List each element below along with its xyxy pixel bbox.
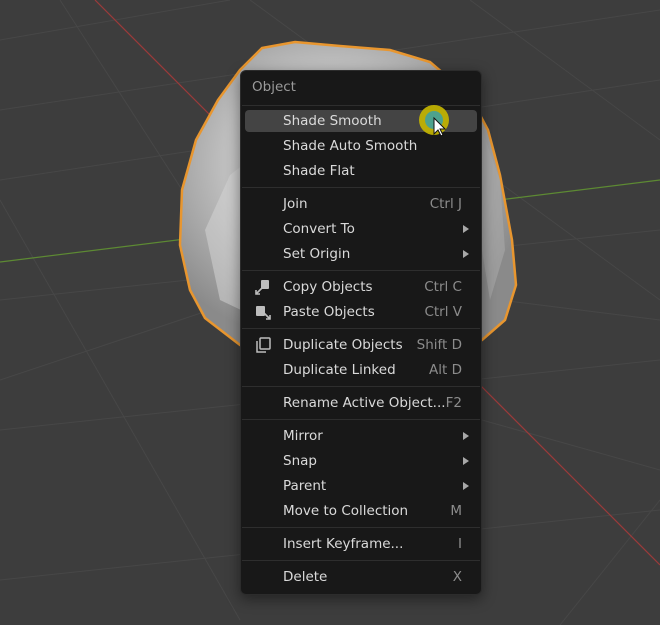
menu-separator bbox=[242, 527, 480, 528]
convert-to-item[interactable]: Convert To bbox=[245, 218, 477, 240]
set-origin-item[interactable]: Set Origin bbox=[245, 243, 477, 265]
copy-objects-item[interactable]: Copy Objects Ctrl C bbox=[245, 276, 477, 298]
mirror-item[interactable]: Mirror bbox=[245, 425, 477, 447]
menu-item-shortcut: Ctrl V bbox=[424, 304, 462, 320]
menu-item-label: Parent bbox=[283, 478, 327, 494]
menu-item-label: Paste Objects bbox=[283, 304, 375, 320]
submenu-arrow-icon bbox=[463, 250, 469, 258]
move-to-collection-item[interactable]: Move to Collection M bbox=[245, 500, 477, 522]
menu-item-label: Shade Auto Smooth bbox=[283, 138, 418, 154]
rename-active-object-item[interactable]: Rename Active Object... F2 bbox=[245, 392, 477, 414]
menu-item-shortcut: Shift D bbox=[416, 337, 462, 353]
submenu-arrow-icon bbox=[463, 482, 469, 490]
menu-item-label: Set Origin bbox=[283, 246, 351, 262]
menu-item-shortcut: Ctrl C bbox=[424, 279, 462, 295]
menu-item-label: Duplicate Linked bbox=[283, 362, 396, 378]
menu-item-shortcut: M bbox=[450, 503, 462, 519]
mouse-cursor-icon bbox=[419, 105, 449, 137]
shade-flat-item[interactable]: Shade Flat bbox=[245, 160, 477, 182]
menu-item-label: Shade Flat bbox=[283, 163, 355, 179]
insert-keyframe-item[interactable]: Insert Keyframe... I bbox=[245, 533, 477, 555]
menu-item-label: Join bbox=[283, 196, 308, 212]
submenu-arrow-icon bbox=[463, 225, 469, 233]
menu-item-label: Mirror bbox=[283, 428, 323, 444]
menu-item-label: Insert Keyframe... bbox=[283, 536, 404, 552]
menu-separator bbox=[242, 560, 480, 561]
3d-viewport[interactable]: Object Shade Smooth Shade Auto Smooth Sh… bbox=[0, 0, 660, 625]
delete-item[interactable]: Delete X bbox=[245, 566, 477, 588]
menu-separator bbox=[242, 328, 480, 329]
copy-objects-icon bbox=[255, 280, 269, 295]
duplicate-icon bbox=[256, 337, 271, 353]
join-item[interactable]: Join Ctrl J bbox=[245, 193, 477, 215]
submenu-arrow-icon bbox=[463, 457, 469, 465]
menu-item-shortcut: F2 bbox=[445, 395, 462, 411]
menu-item-label: Delete bbox=[283, 569, 328, 585]
parent-item[interactable]: Parent bbox=[245, 475, 477, 497]
menu-title: Object bbox=[252, 79, 296, 95]
menu-item-shortcut: Ctrl J bbox=[429, 196, 462, 212]
menu-item-shortcut: X bbox=[452, 569, 462, 585]
submenu-arrow-icon bbox=[463, 432, 469, 440]
duplicate-objects-item[interactable]: Duplicate Objects Shift D bbox=[245, 334, 477, 356]
menu-item-shortcut: Alt D bbox=[429, 362, 462, 378]
menu-item-label: Shade Smooth bbox=[283, 113, 382, 129]
paste-objects-icon bbox=[256, 306, 271, 320]
menu-item-label: Snap bbox=[283, 453, 317, 469]
menu-item-label: Move to Collection bbox=[283, 503, 409, 519]
menu-item-label: Rename Active Object... bbox=[283, 395, 446, 411]
menu-item-label: Duplicate Objects bbox=[283, 337, 403, 353]
paste-objects-item[interactable]: Paste Objects Ctrl V bbox=[245, 301, 477, 323]
menu-item-shortcut: I bbox=[458, 536, 462, 552]
object-context-menu: Object Shade Smooth Shade Auto Smooth Sh… bbox=[240, 70, 482, 595]
menu-item-label: Copy Objects bbox=[283, 279, 373, 295]
snap-item[interactable]: Snap bbox=[245, 450, 477, 472]
menu-separator bbox=[242, 270, 480, 271]
duplicate-linked-item[interactable]: Duplicate Linked Alt D bbox=[245, 359, 477, 381]
menu-separator bbox=[242, 386, 480, 387]
menu-separator bbox=[242, 187, 480, 188]
menu-item-label: Convert To bbox=[283, 221, 355, 237]
menu-separator bbox=[242, 419, 480, 420]
shade-auto-smooth-item[interactable]: Shade Auto Smooth bbox=[245, 135, 477, 157]
